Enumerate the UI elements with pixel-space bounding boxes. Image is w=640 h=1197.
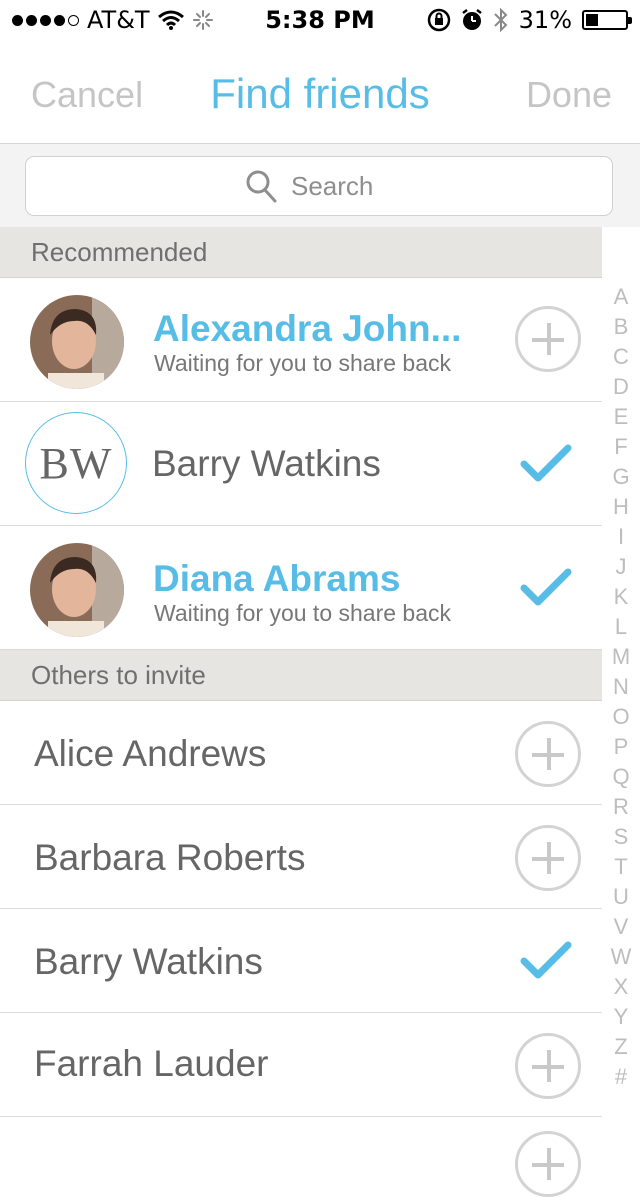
friend-row[interactable]: Diana Abrams Waiting for you to share ba… <box>0 526 602 650</box>
checkmark-icon[interactable] <box>520 568 572 608</box>
index-letter[interactable]: P <box>614 732 629 762</box>
index-letter[interactable]: X <box>614 972 629 1002</box>
section-header-recommended: Recommended <box>0 227 602 278</box>
bluetooth-icon <box>493 7 508 33</box>
alarm-icon <box>461 9 482 30</box>
index-letter[interactable]: Y <box>614 1002 629 1032</box>
index-letter[interactable]: Q <box>612 762 629 792</box>
avatar <box>30 295 124 389</box>
index-letter[interactable]: # <box>615 1062 627 1092</box>
battery-fill <box>586 14 598 26</box>
contact-row[interactable]: Farrah Lauder <box>0 1013 602 1117</box>
avatar-initials: BW <box>25 412 127 514</box>
index-letter[interactable]: I <box>618 522 624 552</box>
index-letter[interactable]: J <box>616 552 627 582</box>
section-title: Recommended <box>31 237 208 267</box>
friend-name: Alexandra John... <box>153 308 462 349</box>
index-letter[interactable]: M <box>612 642 630 672</box>
index-letter[interactable]: U <box>613 882 629 912</box>
alphabet-index[interactable]: A B C D E F G H I J K L M N O P Q R S T U V W X Y Z # <box>602 282 640 1092</box>
index-letter[interactable]: C <box>613 342 629 372</box>
index-letter[interactable]: E <box>614 402 629 432</box>
search-input[interactable] <box>289 169 393 203</box>
checkmark-icon[interactable] <box>520 444 572 484</box>
add-contact-button[interactable] <box>515 1033 581 1099</box>
index-letter[interactable]: R <box>613 792 629 822</box>
page-title: Find friends <box>210 70 430 117</box>
index-letter[interactable]: F <box>614 432 627 462</box>
friend-name: Barry Watkins <box>152 443 381 484</box>
add-friend-button[interactable] <box>515 306 581 372</box>
index-letter[interactable]: L <box>615 612 627 642</box>
contact-row[interactable]: Barbara Roberts <box>0 805 602 909</box>
friend-status: Waiting for you to share back <box>154 600 452 626</box>
index-letter[interactable]: Z <box>614 1032 627 1062</box>
contact-name: Alice Andrews <box>34 733 267 774</box>
friend-row[interactable]: BW Barry Watkins <box>0 402 602 526</box>
avatar <box>30 543 124 637</box>
search-bar <box>0 144 640 227</box>
add-contact-button[interactable] <box>515 825 581 891</box>
status-right: 31% <box>427 6 632 34</box>
add-contact-button[interactable] <box>515 1131 581 1197</box>
add-contact-button[interactable] <box>515 721 581 787</box>
index-letter[interactable]: B <box>614 312 629 342</box>
rotation-lock-icon <box>427 8 450 32</box>
contact-row[interactable]: Alice Andrews <box>0 701 602 805</box>
contact-name: Barry Watkins <box>34 941 263 982</box>
done-button[interactable]: Done <box>526 74 612 116</box>
section-title: Others to invite <box>31 660 206 690</box>
cancel-button[interactable]: Cancel <box>31 74 143 116</box>
index-letter[interactable]: A <box>614 282 629 312</box>
index-letter[interactable]: G <box>612 462 629 492</box>
contact-name: Barbara Roberts <box>34 837 306 878</box>
search-box[interactable] <box>25 156 613 216</box>
index-letter[interactable]: K <box>614 582 629 612</box>
friend-status: Waiting for you to share back <box>154 350 452 376</box>
index-letter[interactable]: N <box>613 672 629 702</box>
battery-percent: 31% <box>518 6 572 34</box>
index-letter[interactable]: D <box>613 372 629 402</box>
contact-row[interactable]: Barry Watkins <box>0 909 602 1013</box>
battery-icon <box>582 10 632 30</box>
index-letter[interactable]: T <box>614 852 627 882</box>
index-letter[interactable]: O <box>612 702 629 732</box>
contact-row[interactable] <box>0 1117 602 1197</box>
section-header-others: Others to invite <box>0 650 602 701</box>
status-bar: AT&T 5:38 PM 31% <box>0 0 640 40</box>
index-letter[interactable]: S <box>614 822 629 852</box>
contact-name: Farrah Lauder <box>34 1043 269 1084</box>
checkmark-icon[interactable] <box>520 941 572 981</box>
navigation-bar: Cancel Find friends Done <box>0 40 640 144</box>
index-letter[interactable]: V <box>614 912 629 942</box>
friend-name: Diana Abrams <box>153 558 401 599</box>
friend-row[interactable]: Alexandra John... Waiting for you to sha… <box>0 278 602 402</box>
index-letter[interactable]: W <box>611 942 632 972</box>
index-letter[interactable]: H <box>613 492 629 522</box>
search-icon <box>246 170 277 203</box>
